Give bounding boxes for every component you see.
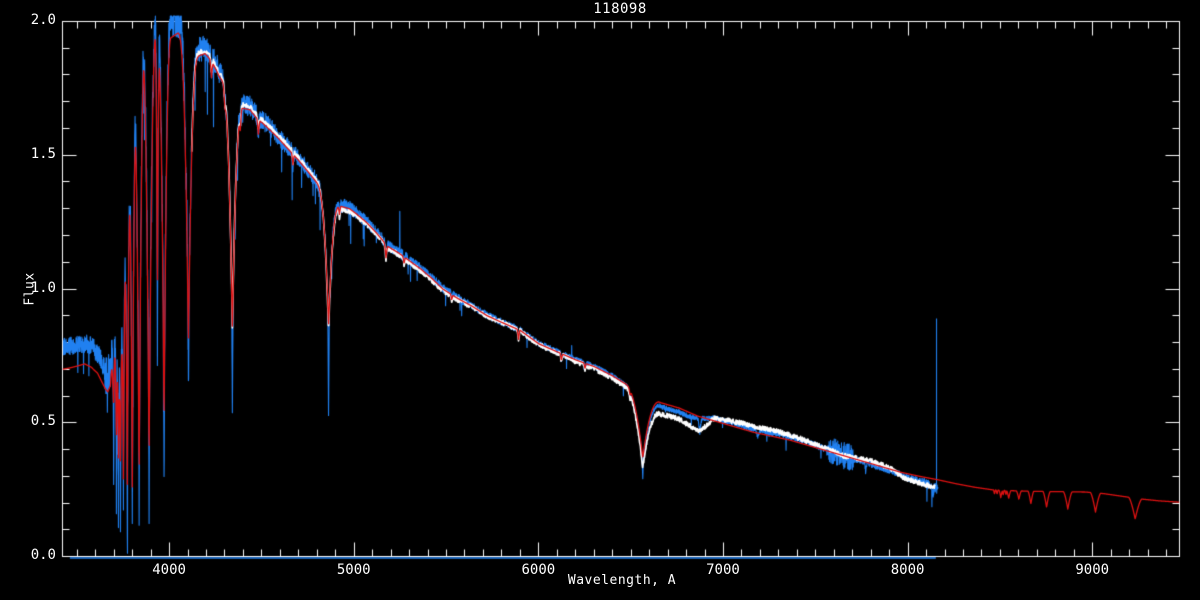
- x-tick-label: 7000: [706, 562, 740, 578]
- y-tick-label: 0.0: [30, 547, 56, 563]
- x-tick-label: 6000: [521, 562, 556, 578]
- y-tick-label: 1.5: [30, 145, 56, 162]
- x-tick-label: 4000: [152, 562, 186, 578]
- spectrum-plot-canvas: [0, 0, 1200, 600]
- x-tick-label: 5000: [336, 562, 371, 578]
- spectrum-chart: 118098 Wavelength, A Flux 4000 5000 6000 70…: [0, 0, 1200, 600]
- chart-title: 118098: [593, 1, 647, 17]
- x-axis-label: Wavelength, A: [567, 573, 677, 588]
- y-tick-label: 0.5: [30, 413, 56, 430]
- y-tick-label: 2.0: [30, 12, 56, 28]
- x-tick-label: 9000: [1075, 562, 1110, 578]
- y-tick-label: 1.0: [30, 279, 56, 296]
- x-tick-label: 8000: [890, 562, 925, 578]
